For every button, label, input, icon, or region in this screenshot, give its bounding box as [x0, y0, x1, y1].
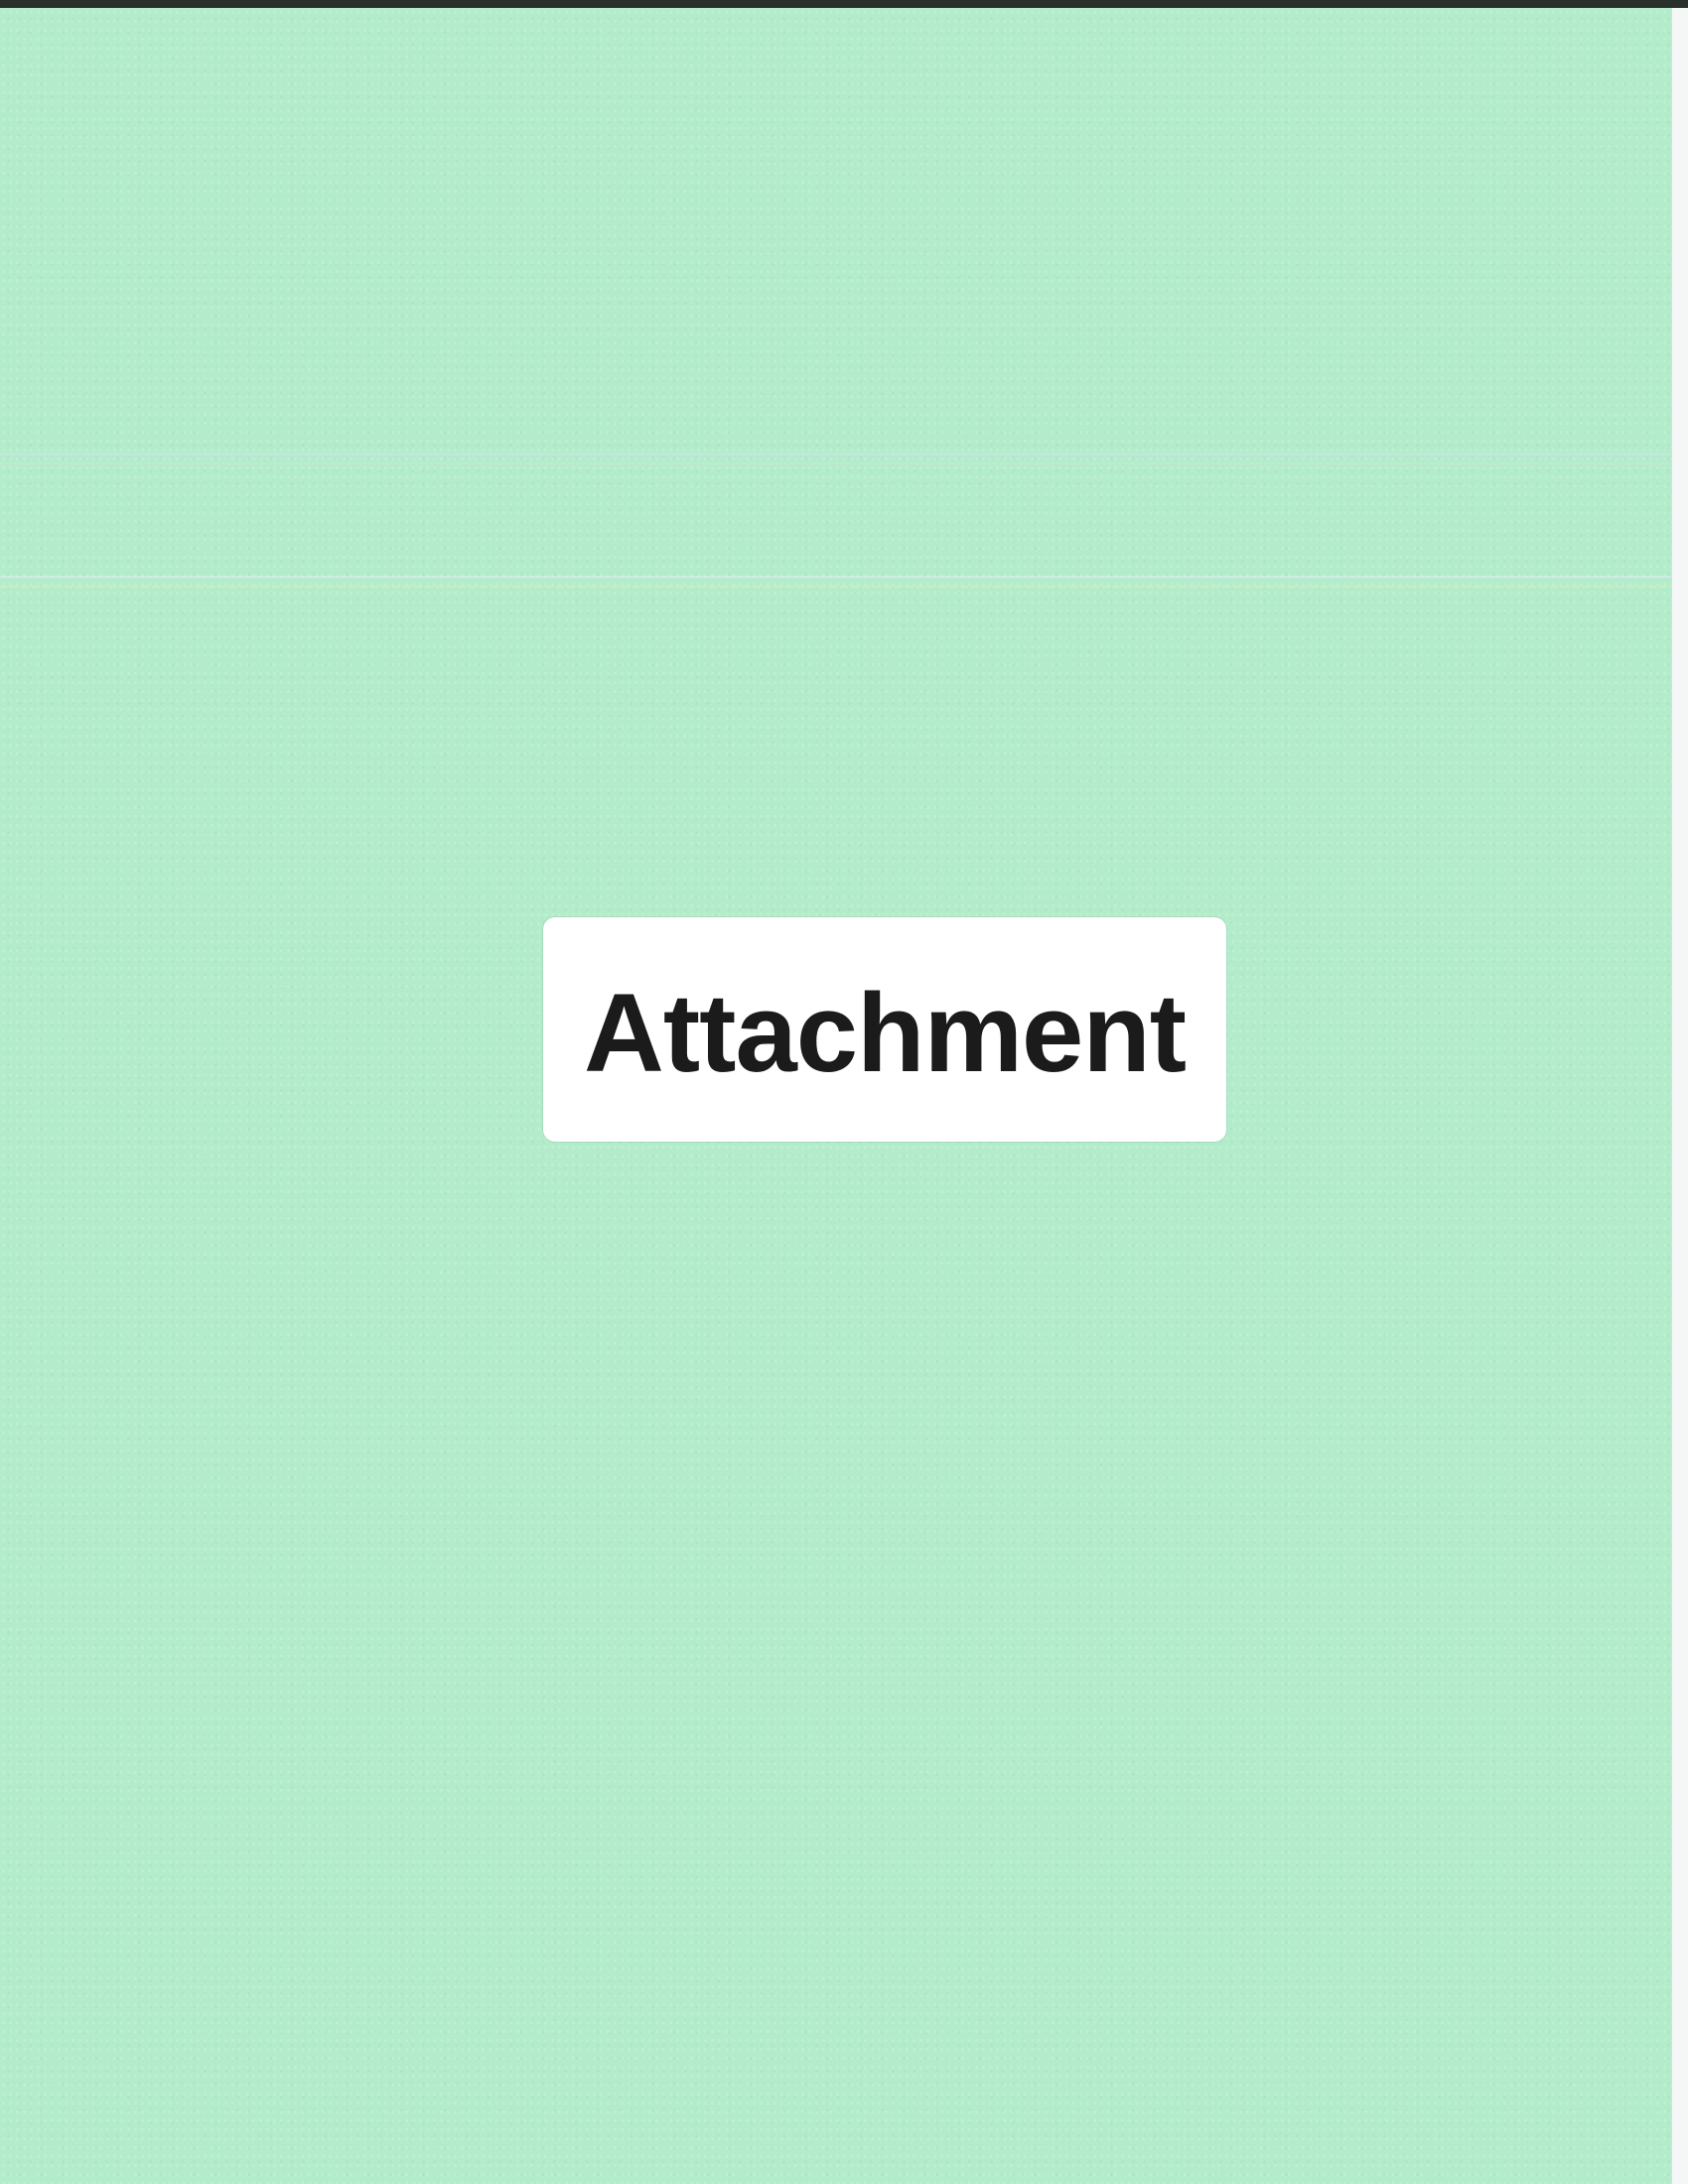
fold-line	[0, 586, 1671, 588]
fold-line	[0, 454, 1671, 457]
attachment-label-text: Attachment	[583, 971, 1187, 1095]
fold-line	[0, 576, 1671, 579]
fold-line	[0, 463, 1671, 465]
attachment-label: Attachment	[543, 917, 1226, 1142]
scan-right-edge	[1671, 8, 1688, 2184]
scanned-page: Attachment	[0, 0, 1688, 2184]
scan-top-edge	[0, 0, 1688, 8]
